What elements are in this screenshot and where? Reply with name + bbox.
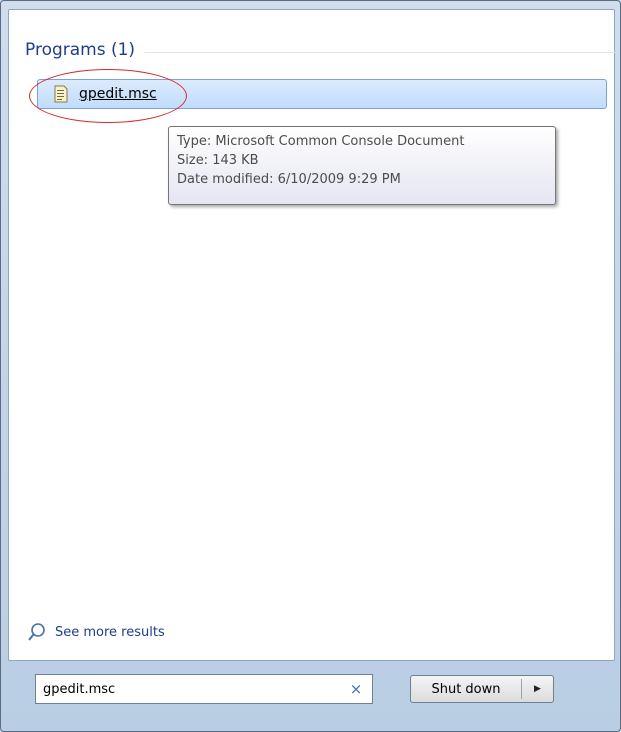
shutdown-options-arrow-icon[interactable]: ▶: [522, 684, 553, 694]
result-label[interactable]: gpedit.msc: [79, 86, 157, 102]
file-info-tooltip: Type: Microsoft Common Console Document …: [168, 126, 556, 205]
tooltip-date-modified: Date modified: 6/10/2009 9:29 PM: [177, 172, 401, 187]
tooltip-type: Type: Microsoft Common Console Document: [177, 134, 465, 149]
search-input[interactable]: gpedit.msc ×: [35, 674, 373, 704]
tooltip-size: Size: 143 KB: [177, 153, 259, 168]
search-input-value[interactable]: gpedit.msc: [36, 682, 344, 697]
programs-group-title: Programs (1): [25, 40, 136, 60]
result-item-gpedit[interactable]: gpedit.msc: [37, 79, 607, 109]
see-more-results-link[interactable]: See more results: [27, 620, 165, 644]
programs-group-header: Programs (1): [25, 35, 615, 65]
magnifier-icon: [27, 622, 47, 642]
start-menu-window: Programs (1) gpedit.msc Type: Microsoft …: [0, 0, 621, 732]
group-divider: [145, 51, 615, 53]
shutdown-button-group: Shut down ▶: [410, 675, 554, 703]
clear-icon[interactable]: ×: [344, 680, 368, 698]
see-more-label[interactable]: See more results: [55, 625, 165, 640]
console-document-icon: [52, 84, 70, 104]
shutdown-button[interactable]: Shut down: [411, 682, 521, 697]
